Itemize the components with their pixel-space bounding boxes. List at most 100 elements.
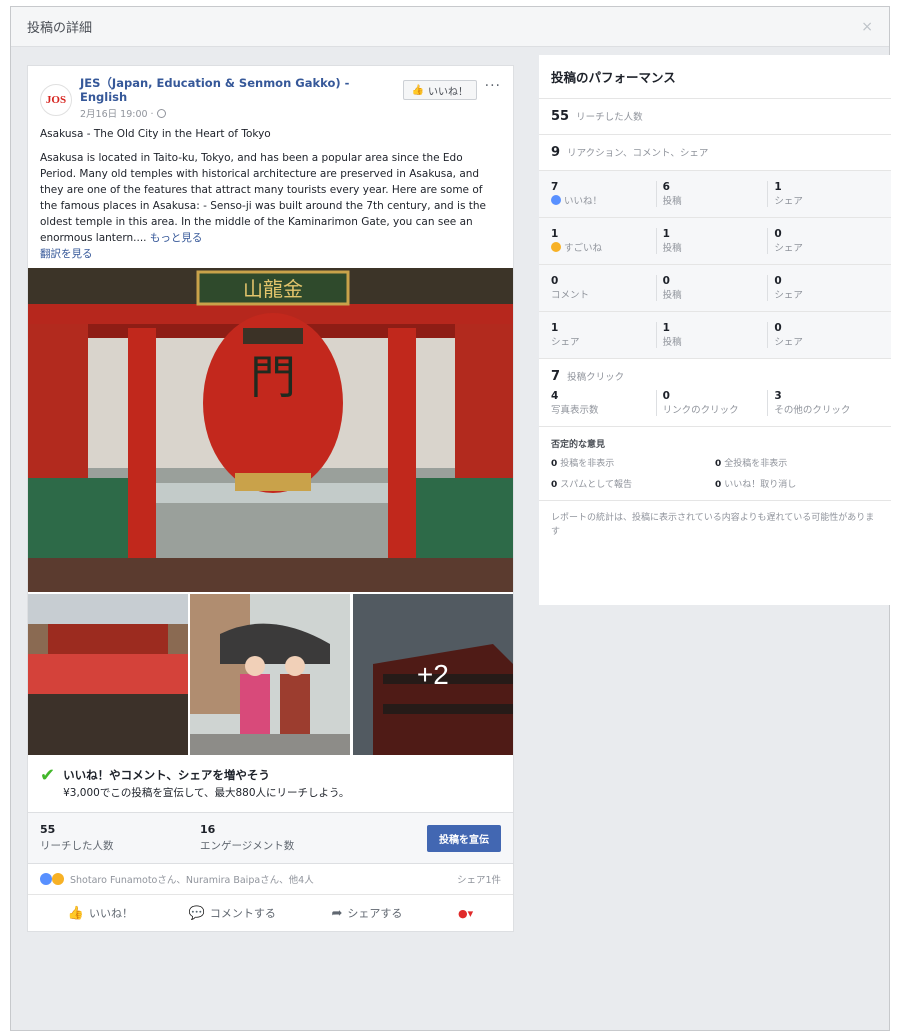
performance-reactions-count: 9 (551, 145, 561, 160)
post-clicks-count: 7 (551, 369, 561, 384)
post-actions: 👍 いいね！ 💬 コメントする ➦ シェアする ●▾ (28, 895, 513, 931)
reach-count: 55 (40, 823, 56, 836)
hide-all-stat: 0 全投稿を非表示 (715, 459, 788, 469)
close-icon[interactable]: × (861, 19, 873, 35)
rickshaw-illustration (190, 594, 351, 755)
comments-post-count: 0 (662, 275, 670, 287)
photo-thumbnail-nakamise[interactable] (28, 594, 188, 755)
likes-count: 7 (551, 181, 559, 193)
shares-share-label: シェア (774, 337, 803, 348)
comments-label: コメント (551, 290, 590, 301)
boost-tip: ✔ いいね！やコメント、シェアを増やそう ¥3,000でこの投稿を宣伝して、最大… (28, 755, 513, 813)
photo-views-count: 4 (551, 390, 559, 402)
post-body-text: Asakusa is located in Taito-ku, Tokyo, a… (40, 152, 486, 244)
reach-stat: 55 リーチした人数 (40, 823, 200, 853)
shares-row: 1 シェア 1 投稿 0 シェア (539, 312, 891, 359)
reactors-names[interactable]: Shotaro Funamotoさん、Nuramira Baipaさん、他4人 (70, 872, 314, 886)
likes-row: 7 いいね！ 6 投稿 1 シェア (539, 171, 891, 218)
post-card: JOS JES（Japan, Education & Senmon Gakko)… (27, 65, 514, 932)
reactions-summary-stat: 9 リアクション、コメント、シェア (539, 135, 891, 171)
like-page-button[interactable]: 👍 いいね！ (402, 80, 477, 100)
wow-icon (551, 242, 561, 252)
wow-reaction-icon (52, 873, 64, 885)
more-options-icon[interactable]: ··· (485, 78, 501, 94)
boost-tip-subtitle: ¥3,000でこの投稿を宣伝して、最大880人にリーチしよう。 (63, 787, 350, 799)
comments-row: 0 コメント 0 投稿 0 シェア (539, 265, 891, 312)
like-reaction-icon (40, 873, 52, 885)
engagement-count: 16 (200, 823, 216, 836)
shares-count: 1 (551, 322, 559, 334)
nakamise-illustration (28, 594, 188, 755)
shares-post-label: 投稿 (662, 337, 682, 348)
likes-share-count: 1 (774, 181, 782, 193)
other-clicks-label: その他のクリック (774, 405, 851, 416)
page-name-link[interactable]: JES（Japan, Education & Senmon Gakko) - E… (80, 76, 380, 104)
likes-share-label: シェア (774, 196, 803, 207)
checkmark-icon: ✔ (40, 765, 56, 786)
report-spam-stat: 0 スパムとして報告 (551, 480, 632, 490)
report-footnote: レポートの統計は、投稿に表示されている内容よりも遅れている可能性があります (551, 513, 875, 537)
negative-feedback-title: 否定的な意見 (551, 440, 606, 450)
boost-post-button[interactable]: 投稿を宣伝 (427, 824, 501, 852)
like-page-label: いいね！ (428, 86, 468, 98)
see-more-link[interactable]: もっと見る (150, 232, 203, 244)
wow-post-label: 投稿 (662, 243, 682, 254)
audience-selector[interactable]: ●▾ (458, 907, 473, 920)
like-label: いいね！ (89, 907, 133, 920)
kaminarimon-illustration: 山龍金 門 (28, 268, 513, 592)
clicks-breakdown: 4 写真表示数 0 リンクのクリック 3 その他のクリック (539, 390, 891, 427)
reach-label: リーチした人数 (40, 840, 114, 852)
hide-post-stat: 0 投稿を非表示 (551, 459, 615, 469)
wow-label: すごいね (564, 243, 603, 254)
shares-label: シェア (551, 337, 580, 348)
engagement-stat: 16 エンゲージメント数 (200, 823, 360, 853)
post-headline: Asakusa - The Old City in the Heart of T… (40, 128, 271, 140)
post-timestamp[interactable]: 2月16日 19:00 · (80, 106, 380, 120)
performance-reach-label: リーチした人数 (576, 112, 643, 123)
performance-reach-count: 55 (551, 109, 570, 124)
share-count[interactable]: シェア1件 (457, 872, 501, 886)
gate-sign-text: 山龍金 (243, 277, 303, 301)
see-translation-link[interactable]: 翻訳を見る (40, 246, 501, 262)
comment-icon: 💬 (188, 905, 205, 921)
likes-post-count: 6 (662, 181, 670, 193)
flag-icon: ●▾ (458, 906, 474, 920)
link-clicks-count: 0 (662, 390, 670, 402)
main-photo-kaminarimon[interactable]: 山龍金 門 (28, 268, 513, 592)
wow-post-count: 1 (662, 228, 670, 240)
wow-share-count: 0 (774, 228, 782, 240)
likes-label: いいね！ (564, 196, 603, 207)
post-time-text: 2月16日 19:00 · (80, 109, 154, 120)
globe-icon (156, 109, 166, 118)
post-stats: 55 リーチした人数 16 エンゲージメント数 投稿を宣伝 (28, 813, 513, 864)
unlike-page-stat: 0 いいね！取り消し (715, 480, 797, 490)
post-performance-panel: 投稿のパフォーマンス 55 リーチした人数 9 リアクション、コメント、シェア … (539, 55, 891, 605)
comments-share-count: 0 (774, 275, 782, 287)
more-photos-count: +2 (352, 594, 513, 755)
share-label: シェアする (347, 907, 403, 920)
share-button[interactable]: ➦ シェアする (331, 905, 402, 921)
share-icon: ➦ (331, 905, 343, 921)
engagement-label: エンゲージメント数 (200, 840, 295, 852)
post-clicks-summary: 7 投稿クリック (539, 359, 891, 390)
thumbs-up-icon: 👍 (411, 84, 424, 96)
shares-post-count: 1 (662, 322, 670, 334)
boost-tip-title: いいね！やコメント、シェアを増やそう (63, 768, 270, 782)
modal-header: 投稿の詳細 × (11, 7, 889, 47)
photo-thumbnail-temple[interactable]: +2 (352, 594, 513, 755)
performance-reactions-label: リアクション、コメント、シェア (567, 148, 709, 159)
page-avatar[interactable]: JOS (40, 84, 72, 116)
svg-text:門: 門 (250, 350, 296, 404)
photo-thumbnails: +2 (28, 592, 513, 755)
photo-views-label: 写真表示数 (551, 405, 599, 416)
photo-thumbnail-rickshaw[interactable] (190, 594, 351, 755)
post-details-modal: 投稿の詳細 × JOS JES（Japan, Education & Senmo… (10, 6, 891, 1031)
like-button[interactable]: 👍 いいね！ (68, 905, 133, 921)
thumbs-up-icon: 👍 (67, 905, 84, 921)
comment-label: コメントする (209, 907, 276, 920)
comment-button[interactable]: 💬 コメントする (189, 905, 276, 921)
wow-count: 1 (551, 228, 559, 240)
post-clicks-label: 投稿クリック (567, 372, 625, 383)
reactions-summary[interactable]: Shotaro Funamotoさん、Nuramira Baipaさん、他4人 … (28, 864, 513, 895)
other-clicks-count: 3 (774, 390, 782, 402)
